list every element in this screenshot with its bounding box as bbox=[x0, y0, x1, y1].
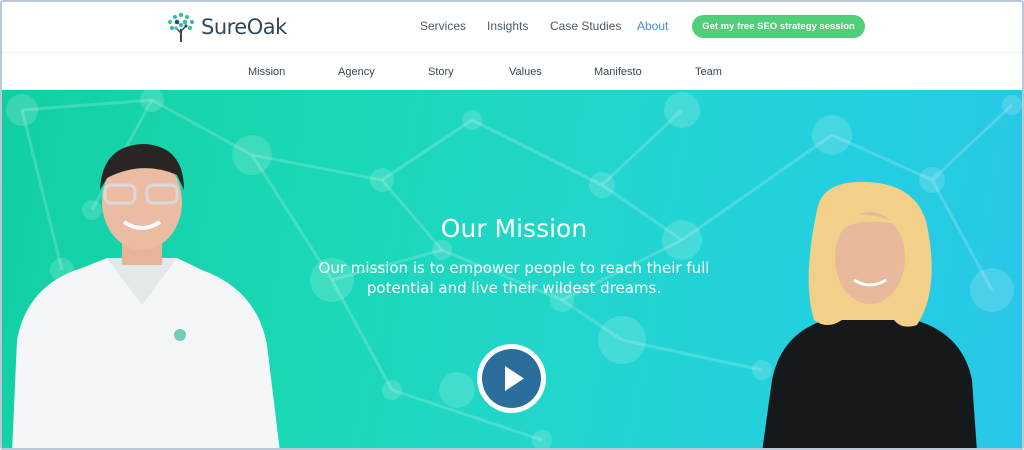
brand-name: SureOak bbox=[201, 15, 287, 39]
logo[interactable]: SureOak bbox=[165, 9, 287, 45]
subnav-team[interactable]: Team bbox=[695, 66, 722, 78]
tree-icon bbox=[168, 12, 194, 42]
sub-navigation: Mission Agency Story Values Manifesto Te… bbox=[2, 52, 1022, 90]
nav-insights[interactable]: Insights bbox=[487, 19, 528, 33]
nav-about[interactable]: About bbox=[637, 19, 668, 33]
nav-services[interactable]: Services bbox=[420, 19, 466, 33]
subnav-manifesto[interactable]: Manifesto bbox=[594, 66, 642, 78]
subnav-story[interactable]: Story bbox=[428, 66, 454, 78]
browser-viewport: SureOak Services Insights Case Studies A… bbox=[0, 0, 1024, 450]
mission-hero: Our Mission Our mission is to empower pe… bbox=[2, 90, 1022, 448]
subnav-values[interactable]: Values bbox=[509, 66, 542, 78]
hero-mission-text: Our mission is to empower people to reac… bbox=[318, 259, 710, 297]
hero-title: Our Mission bbox=[440, 214, 588, 243]
subnav-agency[interactable]: Agency bbox=[338, 66, 375, 78]
play-icon bbox=[505, 366, 524, 391]
play-video-button[interactable] bbox=[477, 344, 546, 413]
nav-case-studies[interactable]: Case Studies bbox=[550, 19, 621, 33]
seo-strategy-cta-button[interactable]: Get my free SEO strategy session bbox=[692, 15, 865, 38]
play-button-circle bbox=[482, 349, 541, 408]
team-member-left-photo bbox=[12, 144, 280, 448]
subnav-mission[interactable]: Mission bbox=[248, 66, 285, 78]
top-navigation: SureOak Services Insights Case Studies A… bbox=[2, 2, 1022, 52]
